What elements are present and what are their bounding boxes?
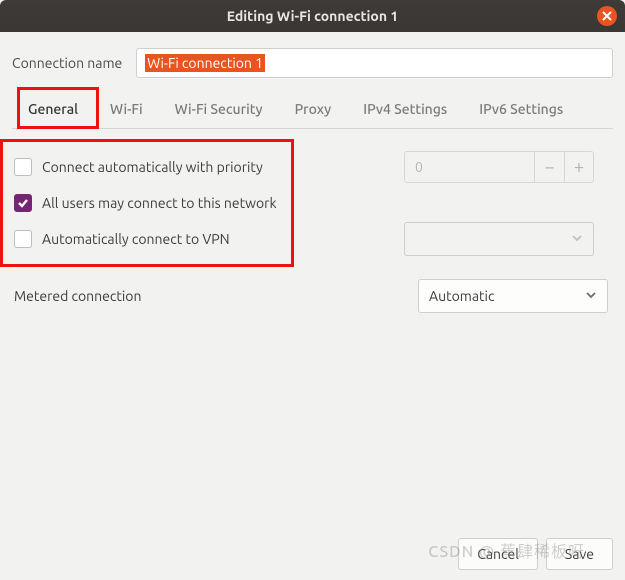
titlebar: Editing Wi-Fi connection 1 bbox=[0, 0, 625, 32]
metered-select[interactable]: Automatic bbox=[418, 279, 608, 313]
vpn-select[interactable] bbox=[404, 222, 594, 256]
cancel-button[interactable]: Cancel bbox=[458, 538, 538, 570]
row-metered: Metered connection Automatic bbox=[0, 279, 625, 313]
row-all-users: All users may connect to this network bbox=[14, 185, 611, 221]
label-auto-vpn: Automatically connect to VPN bbox=[42, 231, 230, 247]
row-auto-priority: Connect automatically with priority 0 − … bbox=[14, 149, 611, 185]
chevron-down-icon bbox=[585, 288, 597, 304]
tabs-container: General Wi-Fi Wi-Fi Security Proxy IPv4 … bbox=[12, 92, 613, 129]
close-button[interactable] bbox=[597, 6, 617, 26]
metered-select-value: Automatic bbox=[429, 288, 494, 304]
tab-ipv6[interactable]: IPv6 Settings bbox=[463, 92, 579, 128]
connection-name-value: Wi-Fi connection 1 bbox=[145, 54, 265, 72]
check-icon bbox=[17, 197, 29, 209]
tab-proxy[interactable]: Proxy bbox=[279, 92, 348, 128]
connection-name-label: Connection name bbox=[12, 55, 122, 71]
tab-wifi-security[interactable]: Wi-Fi Security bbox=[159, 92, 279, 128]
label-all-users: All users may connect to this network bbox=[42, 195, 277, 211]
row-auto-vpn: Automatically connect to VPN bbox=[14, 221, 611, 257]
close-icon bbox=[602, 11, 612, 21]
general-panel: Connect automatically with priority 0 − … bbox=[0, 129, 625, 267]
label-auto-priority: Connect automatically with priority bbox=[42, 159, 263, 175]
save-button[interactable]: Save bbox=[546, 538, 613, 570]
checkbox-all-users[interactable] bbox=[14, 194, 32, 212]
checkbox-auto-vpn[interactable] bbox=[14, 230, 32, 248]
priority-decrement[interactable]: − bbox=[534, 151, 564, 183]
priority-input[interactable]: 0 bbox=[404, 151, 534, 183]
window-title: Editing Wi-Fi connection 1 bbox=[227, 8, 399, 24]
priority-increment[interactable]: + bbox=[564, 151, 594, 183]
tabs: General Wi-Fi Wi-Fi Security Proxy IPv4 … bbox=[12, 92, 613, 129]
connection-name-row: Connection name Wi-Fi connection 1 bbox=[0, 32, 625, 88]
priority-spinner: 0 − + bbox=[404, 151, 594, 183]
dialog-footer: Cancel Save bbox=[458, 538, 613, 570]
checkbox-auto-priority[interactable] bbox=[14, 158, 32, 176]
tab-wifi[interactable]: Wi-Fi bbox=[94, 92, 159, 128]
tab-ipv4[interactable]: IPv4 Settings bbox=[347, 92, 463, 128]
connection-name-input[interactable]: Wi-Fi connection 1 bbox=[136, 48, 613, 78]
chevron-down-icon bbox=[571, 231, 583, 247]
tab-general[interactable]: General bbox=[12, 92, 94, 128]
label-metered: Metered connection bbox=[14, 288, 418, 304]
